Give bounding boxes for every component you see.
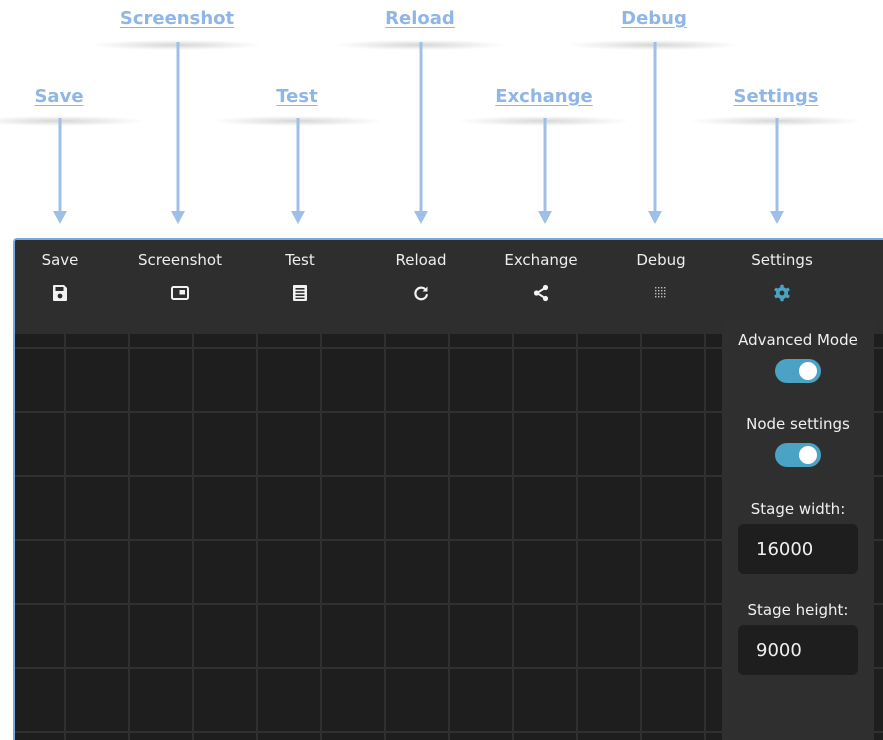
screenshot-icon: [171, 286, 189, 300]
annotation-arrow-line: [775, 118, 779, 212]
debug-button-label: Debug: [636, 251, 686, 269]
annotation-arrow-head: [53, 211, 67, 224]
debug-grid-icon: [655, 287, 666, 298]
annotation-layer: Save Screenshot Test Reload Exchange Deb…: [0, 0, 883, 238]
app-window: Save Screenshot Test Reload Exchange Deb…: [13, 238, 883, 740]
settings-button[interactable]: Settings: [727, 250, 837, 303]
annotation-label-screenshot: Screenshot: [119, 8, 235, 29]
annotation-arrow-head: [171, 211, 185, 224]
exchange-button-label: Exchange: [504, 251, 578, 269]
node-settings-label: Node settings: [746, 415, 850, 433]
annotation-arrow-line: [296, 118, 300, 212]
stage-height-label: Stage height:: [747, 601, 849, 619]
annotation-label-debug: Debug: [621, 8, 687, 29]
test-button-label: Test: [285, 251, 315, 269]
node-settings-toggle[interactable]: [775, 443, 821, 467]
advanced-mode-toggle[interactable]: [775, 359, 821, 383]
annotation-label-settings: Settings: [733, 86, 819, 107]
annotation-arrow-line: [419, 42, 423, 212]
annotation-arrow-line: [176, 42, 180, 212]
screenshot-button-label: Screenshot: [138, 251, 222, 269]
annotation-arrow-head: [648, 211, 662, 224]
annotation-label-exchange: Exchange: [495, 86, 593, 107]
share-icon: [533, 284, 549, 302]
toggle-knob: [799, 446, 817, 464]
annotation-arrow-head: [770, 211, 784, 224]
annotation-arrow-head: [291, 211, 305, 224]
save-button[interactable]: Save: [15, 250, 115, 303]
settings-button-label: Settings: [751, 251, 813, 269]
reload-icon: [414, 286, 428, 301]
gear-icon: [774, 284, 790, 302]
annotation-label-test: Test: [276, 86, 318, 107]
toggle-knob: [799, 362, 817, 380]
screenshot-button[interactable]: Screenshot: [125, 250, 235, 303]
annotation-label-save: Save: [34, 86, 84, 107]
annotation-label-reload: Reload: [385, 8, 455, 29]
test-icon: [293, 285, 307, 301]
annotation-shadow: [0, 116, 144, 126]
annotation-arrow-line: [58, 118, 62, 212]
settings-panel: Advanced Mode Node settings Stage width:…: [722, 320, 874, 740]
stage-width-label: Stage width:: [750, 500, 846, 518]
reload-button-label: Reload: [395, 251, 447, 269]
save-button-label: Save: [41, 251, 79, 269]
stage-height-input[interactable]: [738, 625, 858, 675]
save-icon: [53, 285, 67, 301]
annotation-arrow-line: [543, 118, 547, 212]
annotation-arrow-head: [414, 211, 428, 224]
stage-width-input[interactable]: [738, 524, 858, 574]
reload-button[interactable]: Reload: [366, 250, 476, 303]
test-button[interactable]: Test: [245, 250, 355, 303]
debug-button[interactable]: Debug: [606, 250, 716, 303]
advanced-mode-label: Advanced Mode: [738, 331, 858, 349]
annotation-arrow-head: [538, 211, 552, 224]
annotation-arrow-line: [653, 42, 657, 212]
exchange-button[interactable]: Exchange: [486, 250, 596, 303]
